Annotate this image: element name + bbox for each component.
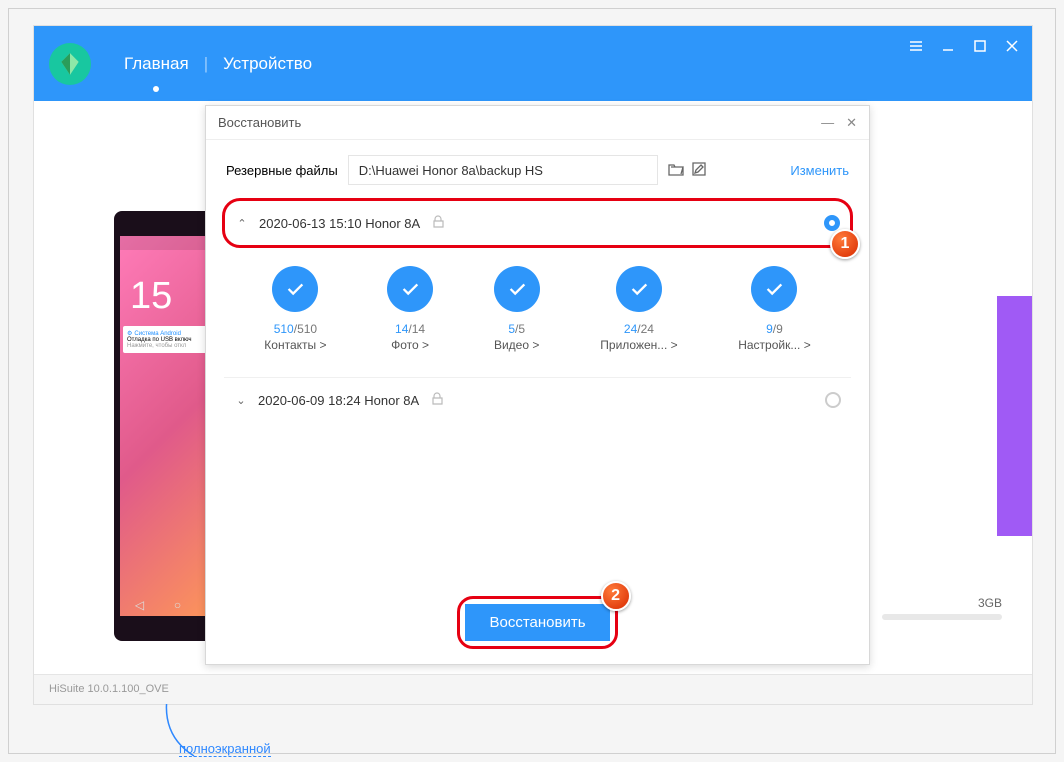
change-link[interactable]: Изменить — [790, 163, 849, 178]
annotation-badge-2: 2 — [601, 581, 631, 611]
category-apps[interactable]: 24/24 Приложен... > — [600, 266, 677, 352]
backup-label: 2020-06-09 18:24 Honor 8A — [258, 392, 825, 408]
restore-dialog: Восстановить — ✕ Резервные файлы Изменит… — [205, 105, 870, 665]
restore-button[interactable]: Восстановить — [465, 604, 609, 641]
backup-item-1[interactable]: ⌄ 2020-06-09 18:24 Honor 8A — [224, 378, 851, 422]
tab-home[interactable]: Главная — [109, 54, 204, 74]
check-icon — [616, 266, 662, 312]
backup-item-0[interactable]: ⌃ 2020-06-13 15:10 Honor 8A 1 — [222, 198, 853, 248]
storage-bar — [882, 614, 1002, 620]
backup-list: ⌃ 2020-06-13 15:10 Honor 8A 1 510/510 Ко… — [206, 198, 869, 422]
dialog-close-icon[interactable]: ✕ — [846, 115, 857, 131]
dialog-minimize-icon[interactable]: — — [821, 115, 834, 131]
menu-icon[interactable] — [908, 38, 924, 54]
category-photo[interactable]: 14/14 Фото > — [387, 266, 433, 352]
backup-label: 2020-06-13 15:10 Honor 8A — [259, 215, 824, 231]
backup-radio-0[interactable] — [824, 215, 840, 231]
lock-icon — [433, 216, 444, 231]
dialog-title: Восстановить — [218, 115, 301, 130]
backup-radio-1[interactable] — [825, 392, 841, 408]
check-icon — [272, 266, 318, 312]
backup-path-row: Резервные файлы Изменить — [206, 140, 869, 200]
lock-icon — [432, 393, 443, 408]
window-controls — [908, 38, 1020, 54]
leaf-icon — [57, 51, 83, 77]
category-contacts[interactable]: 510/510 Контакты > — [264, 266, 326, 352]
footer-version: HiSuite 10.0.1.100_OVE — [34, 674, 1032, 704]
restore-highlight: Восстановить 2 — [457, 596, 617, 649]
path-input[interactable] — [348, 155, 658, 185]
edit-icon[interactable] — [692, 162, 706, 179]
check-icon — [751, 266, 797, 312]
storage-info: 3GB — [882, 596, 1002, 620]
path-label: Резервные файлы — [226, 163, 338, 178]
app-logo — [49, 43, 91, 85]
category-row: 510/510 Контакты > 14/14 Фото > 5/5 Виде… — [224, 246, 851, 378]
folder-open-icon[interactable] — [668, 162, 684, 179]
dialog-titlebar: Восстановить — ✕ — [206, 106, 869, 140]
maximize-icon[interactable] — [972, 38, 988, 54]
dialog-footer: Восстановить 2 — [206, 596, 869, 649]
category-video[interactable]: 5/5 Видео > — [494, 266, 540, 352]
check-icon — [494, 266, 540, 312]
minimize-icon[interactable] — [940, 38, 956, 54]
annotation-link[interactable]: полноэкранной — [179, 741, 271, 757]
category-settings[interactable]: 9/9 Настройк... > — [738, 266, 810, 352]
close-icon[interactable] — [1004, 38, 1020, 54]
nav-tabs: Главная | Устройство — [109, 54, 327, 74]
check-icon — [387, 266, 433, 312]
chevron-down-icon[interactable]: ⌄ — [234, 394, 248, 407]
right-decoration — [997, 296, 1032, 536]
chevron-up-icon[interactable]: ⌃ — [235, 217, 249, 230]
tab-device[interactable]: Устройство — [208, 54, 327, 74]
annotation-badge-1: 1 — [830, 229, 860, 259]
titlebar: Главная | Устройство — [34, 26, 1032, 101]
